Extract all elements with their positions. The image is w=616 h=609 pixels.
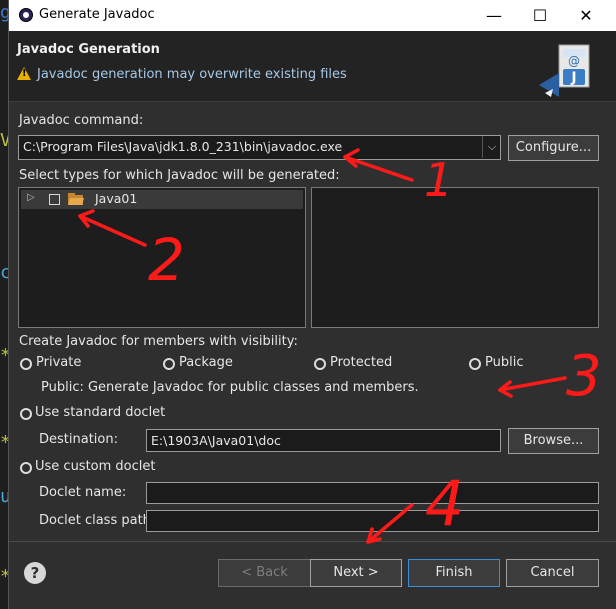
annotation-arrow-4	[366, 503, 414, 544]
annotation-number-4: 4	[425, 467, 464, 540]
annotation-number-2: 2	[148, 226, 185, 294]
annotation-arrow-1	[343, 155, 414, 182]
annotation-number-3: 3	[566, 344, 602, 409]
annotation-number-1: 1	[424, 153, 453, 207]
annotation-layer: 1 2 3 4	[78, 148, 602, 544]
annotation-arrow-2	[78, 214, 147, 247]
